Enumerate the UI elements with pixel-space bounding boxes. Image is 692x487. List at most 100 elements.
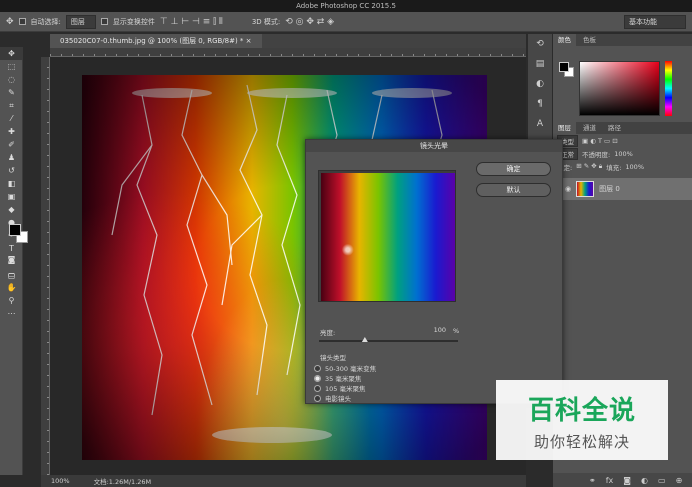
layer-row[interactable]: ◉ 图层 0 <box>553 178 692 200</box>
lens-radio[interactable] <box>314 364 321 372</box>
document-tab[interactable]: 035020C07-0.thumb.jpg @ 100% (图层 0, RGB/… <box>50 34 262 48</box>
auto-select-dropdown[interactable]: 图层 <box>65 14 96 29</box>
opacity-label: 不透明度: <box>582 150 611 159</box>
history-brush-icon[interactable]: ↺ <box>0 164 23 177</box>
foreground-color-swatch[interactable] <box>9 224 21 236</box>
document-tab-bar: 035020C07-0.thumb.jpg @ 100% (图层 0, RGB/… <box>50 34 526 48</box>
lens-radio[interactable] <box>314 374 321 382</box>
color-picker-field[interactable] <box>579 61 660 116</box>
crop-tool-icon[interactable]: ⌗ <box>0 99 23 112</box>
character-icon[interactable]: A <box>528 114 552 134</box>
eraser-tool-icon[interactable]: ◧ <box>0 177 23 190</box>
lens-flare-dialog: 镜头光晕 确定 默认 亮度: 100 % 镜头类型 50-300 毫米变焦 35… <box>305 139 563 404</box>
fill-label: 填充: <box>606 163 622 172</box>
folder-icon[interactable]: ▭ <box>658 476 666 485</box>
blur-tool-icon[interactable]: ◆ <box>0 203 23 216</box>
layers-panel-tabs: 图层 通道 路径 <box>553 122 692 134</box>
marquee-tool-icon[interactable]: ⬚ <box>0 60 23 73</box>
gradient-tool-icon[interactable]: ▣ <box>0 190 23 203</box>
brush-tool-icon[interactable]: ✐ <box>0 138 23 151</box>
adjustments-icon[interactable]: ◐ <box>528 74 552 94</box>
panel-foreground-swatch[interactable] <box>559 62 569 72</box>
watermark-logo: 百科全说 助你轻松解决 <box>496 380 668 460</box>
ok-button[interactable]: 确定 <box>476 162 551 176</box>
brightness-slider-thumb[interactable] <box>361 337 368 342</box>
close-tab-icon[interactable]: × <box>246 37 252 45</box>
healing-tool-icon[interactable]: ✚ <box>0 125 23 138</box>
lock-row: 锁定: ⊞ ✎ ✥ 🔒︎ 填充: 100% <box>553 160 692 173</box>
lens-option[interactable]: 50-300 毫米变焦 <box>314 363 376 373</box>
more-tools-icon[interactable]: ⋯ <box>0 307 23 320</box>
new-layer-icon[interactable]: ⊕ <box>676 476 683 485</box>
lens-radio[interactable] <box>314 394 321 402</box>
visibility-eye-icon[interactable]: ◉ <box>565 185 571 193</box>
auto-select-checkbox[interactable] <box>18 18 26 25</box>
eyedropper-tool-icon[interactable]: ⁄ <box>0 112 23 125</box>
brightness-input[interactable]: 100 <box>420 326 446 334</box>
lens-option-label: 35 毫米聚焦 <box>325 375 362 383</box>
brightness-unit: % <box>453 327 460 335</box>
history-icon[interactable]: ⟲ <box>528 34 552 54</box>
tools-panel: ✥ ⬚ ◌ ✎ ⌗ ⁄ ✚ ✐ ♟ ↺ ◧ ▣ ◆ ● ✒ T ➤ ▭ ✋ ⚲ … <box>0 47 28 475</box>
layer-filter-row: 类型 ▣ ◐ T ▭ ⊡ <box>553 134 692 147</box>
align-icons[interactable]: ⊤ ⊥ ⊢ ⊣ ≡ ⫿ ⦀ <box>160 17 223 27</box>
lens-radio[interactable] <box>314 384 321 392</box>
hand-tool-icon[interactable]: ✋ <box>0 281 23 294</box>
watermark-title: 百科全说 <box>527 396 636 426</box>
tab-paths[interactable]: 路径 <box>603 122 626 134</box>
status-bar: 100% 文档:1.26M/1.26M <box>41 475 526 487</box>
lens-option-label: 105 毫米聚焦 <box>325 385 366 393</box>
app-title-bar: Adobe Photoshop CC 2015.5 <box>0 0 692 12</box>
horizontal-ruler <box>50 48 526 57</box>
show-transform-checkbox[interactable] <box>100 18 108 25</box>
3d-tools-icons[interactable]: ⟲ ◎ ✥ ⇄ ◈ <box>285 17 334 27</box>
lens-option[interactable]: 35 毫米聚焦 <box>314 373 361 383</box>
reset-button[interactable]: 默认 <box>476 183 551 197</box>
auto-select-label: 自动选择: <box>30 17 61 26</box>
screen-mode-icon[interactable]: ▢ <box>0 269 23 282</box>
options-bar: ✥ 自动选择: 图层 显示变换控件 ⊤ ⊥ ⊢ ⊣ ≡ ⫿ ⦀ 3D 模式: ⟲… <box>0 12 692 32</box>
dialog-title: 镜头光晕 <box>306 140 562 152</box>
watermark-subtitle: 助你轻松解决 <box>533 433 630 451</box>
zoom-level[interactable]: 100% <box>51 477 70 485</box>
tab-layers[interactable]: 图层 <box>553 122 576 134</box>
workspace-dropdown[interactable]: 基本功能 <box>624 15 686 29</box>
fill-value[interactable]: 100% <box>625 163 644 171</box>
adjustment-layer-icon[interactable]: ◐ <box>641 476 648 485</box>
tab-color[interactable]: 颜色 <box>553 34 576 46</box>
move-tool-icon[interactable]: ✥ <box>6 17 14 27</box>
flare-preview[interactable] <box>318 170 456 302</box>
blend-row: 正常 不透明度: 100% <box>553 147 692 160</box>
move-tool-icon[interactable]: ✥ <box>0 47 23 60</box>
filter-icons[interactable]: ▣ ◐ T ▭ ⊡ <box>582 137 618 145</box>
mask-icon[interactable]: ◙ <box>623 476 631 485</box>
show-transform-label: 显示变换控件 <box>112 17 155 26</box>
document-size: 文档:1.26M/1.26M <box>93 478 152 486</box>
quick-mask-icon[interactable]: ◙ <box>0 253 23 266</box>
tab-swatches[interactable]: 色板 <box>578 34 601 46</box>
color-panel-tabs: 颜色 色板 <box>553 34 692 46</box>
lock-icons[interactable]: ⊞ ✎ ✥ 🔒︎ <box>576 162 602 171</box>
quick-select-tool-icon[interactable]: ✎ <box>0 86 23 99</box>
stamp-tool-icon[interactable]: ♟ <box>0 151 23 164</box>
opacity-value[interactable]: 100% <box>614 150 633 158</box>
layer-thumbnail <box>576 181 595 197</box>
fx-icon[interactable]: fx <box>606 476 614 485</box>
flare-preview-image[interactable] <box>321 173 455 301</box>
paragraph-icon[interactable]: ¶ <box>528 94 552 114</box>
zoom-tool-icon[interactable]: ⚲ <box>0 294 23 307</box>
properties-icon[interactable]: ▤ <box>528 54 552 74</box>
lasso-tool-icon[interactable]: ◌ <box>0 73 23 86</box>
layer-name[interactable]: 图层 0 <box>599 184 620 194</box>
lens-option-label: 电影镜头 <box>325 395 351 403</box>
app-title: Adobe Photoshop CC 2015.5 <box>296 2 396 10</box>
link-icon[interactable]: ⚭ <box>589 476 596 485</box>
lens-option[interactable]: 105 毫米聚焦 <box>314 383 365 393</box>
layers-panel: 图层 通道 路径 类型 ▣ ◐ T ▭ ⊡ 正常 不透明度: 100% 锁定: … <box>553 122 692 200</box>
hue-slider[interactable] <box>665 61 672 116</box>
tab-channels[interactable]: 通道 <box>578 122 601 134</box>
lens-option[interactable]: 电影镜头 <box>314 393 351 403</box>
brightness-slider[interactable] <box>319 337 458 342</box>
lens-type-label: 镜头类型 <box>320 354 346 362</box>
lens-option-label: 50-300 毫米变焦 <box>325 365 377 373</box>
